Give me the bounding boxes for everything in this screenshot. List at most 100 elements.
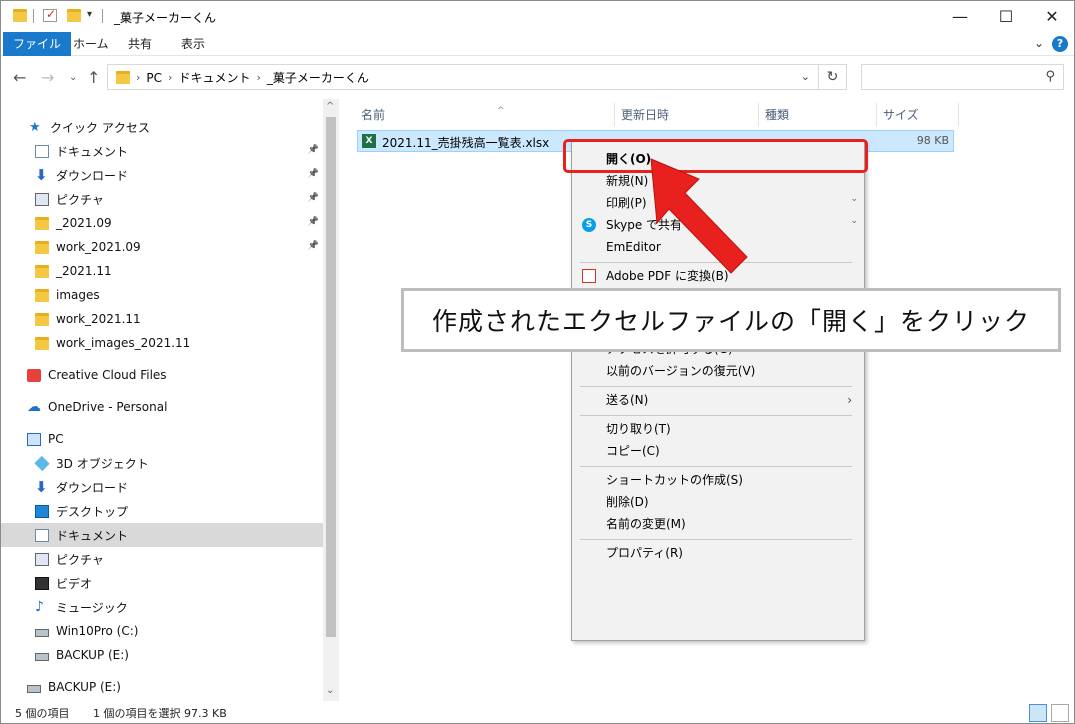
up-arrow-icon[interactable]: ↑ [87, 68, 100, 87]
breadcrumb-current-folder[interactable]: _菓子メーカーくん [267, 69, 369, 86]
menu-separator [580, 386, 852, 387]
file-size: 98 KB [916, 134, 949, 147]
column-header-modified[interactable]: 更新日時 [615, 103, 759, 127]
tab-view[interactable]: 表示 [171, 32, 215, 56]
scrollbar-thumb[interactable] [326, 117, 336, 637]
sidebar-item-pc-5[interactable]: ビデオ [1, 571, 323, 595]
sidebar-item-pc-6[interactable]: ♪ ミュージック [1, 595, 323, 619]
status-bar: 5 個の項目 1 個の項目を選択 97.3 KB [1, 701, 1074, 723]
sidebar-item-pc-7[interactable]: Win10Pro (C:) [1, 619, 323, 643]
instruction-callout: 作成されたエクセルファイルの「開く」をクリック [401, 288, 1061, 352]
scroll-up-icon[interactable]: ^ [326, 101, 334, 112]
properties-icon[interactable] [43, 7, 57, 22]
recent-locations-icon[interactable]: ⌄ [69, 72, 77, 83]
breadcrumb-documents[interactable]: ドキュメント [178, 69, 250, 86]
tab-file[interactable]: ファイル [3, 32, 72, 56]
sidebar-item-quick-8[interactable]: work_images_2021.11 [1, 331, 323, 355]
expand-ribbon-icon[interactable]: ⌄ [1034, 36, 1044, 50]
search-input[interactable]: ⚲ [861, 64, 1064, 90]
sidebar-item-quick-7[interactable]: work_2021.11 [1, 307, 323, 331]
sidebar-item-pc-4[interactable]: ピクチャ [1, 547, 323, 571]
chevron-down-icon[interactable]: ⌄ [801, 70, 810, 83]
sidebar-item-quick-3[interactable]: _2021.09 📌 [1, 211, 323, 235]
tab-home[interactable]: ホーム [63, 32, 119, 56]
menu-separator [580, 539, 852, 540]
customize-toolbar-icon[interactable]: ▾ [87, 9, 92, 20]
sidebar-item-pc-8[interactable]: BACKUP (E:) [1, 643, 323, 667]
back-arrow-icon[interactable]: ← [13, 68, 26, 87]
menu-separator [580, 466, 852, 467]
close-button[interactable]: ✕ [1029, 1, 1074, 32]
folder-icon [116, 71, 130, 84]
sidebar-item-quick-5[interactable]: _2021.11 [1, 259, 323, 283]
sidebar-item-pc-3[interactable]: ドキュメント [1, 523, 323, 547]
menu-item-label: 名前の変更(M) [606, 517, 686, 531]
sidebar-item-pc-2[interactable]: デスクトップ [1, 499, 323, 523]
forward-arrow-icon[interactable]: → [41, 68, 54, 87]
large-icons-view-icon[interactable] [1051, 704, 1069, 722]
chevron-right-icon[interactable]: › [136, 71, 140, 84]
new-folder-icon[interactable] [67, 9, 81, 22]
drive-icon [27, 685, 41, 693]
details-view-icon[interactable] [1029, 704, 1047, 722]
sidebar-item-pc-1[interactable]: ⬇ ダウンロード [1, 475, 323, 499]
chevron-right-icon[interactable]: › [168, 71, 172, 84]
sidebar-item-label: Win10Pro (C:) [56, 624, 139, 638]
menu-item-19[interactable]: 削除(D) [572, 491, 864, 513]
menu-item-16[interactable]: コピー(C) [572, 440, 864, 462]
sidebar-item-label: work_images_2021.11 [56, 336, 191, 350]
menu-item-20[interactable]: 名前の変更(M) [572, 513, 864, 535]
sidebar-item-label: ダウンロード [56, 168, 129, 183]
tab-share[interactable]: 共有 [118, 32, 162, 56]
pin-icon[interactable]: 📌 [308, 145, 319, 155]
maximize-button[interactable]: ☐ [983, 1, 1029, 32]
pin-icon[interactable]: 📌 [308, 169, 319, 179]
pin-icon[interactable]: 📌 [308, 193, 319, 203]
folder-icon [35, 312, 49, 326]
menu-item-18[interactable]: ショートカットの作成(S) [572, 469, 864, 491]
folder-icon [35, 240, 49, 254]
video-icon [35, 576, 49, 590]
address-bar[interactable]: › PC › ドキュメント › _菓子メーカーくん ⌄ [107, 64, 819, 90]
sidebar-item-quick-0[interactable]: ドキュメント 📌 [1, 139, 323, 163]
menu-item-11[interactable]: 以前のバージョンの復元(V) [572, 360, 864, 382]
help-icon[interactable]: ? [1052, 36, 1068, 52]
sidebar-item-quick-4[interactable]: work_2021.09 📌 [1, 235, 323, 259]
column-header-label: 名前 [361, 108, 386, 122]
sidebar-item-pc[interactable]: PC [1, 427, 323, 451]
sidebar-item-onedrive[interactable]: ☁ OneDrive - Personal [1, 395, 323, 419]
chevron-right-icon[interactable]: › [256, 71, 260, 84]
column-header-name[interactable]: 名前 ^ [355, 103, 615, 127]
sidebar-item-label: クイック アクセス [50, 120, 150, 135]
menu-item-label: ショートカットの作成(S) [606, 473, 743, 487]
menu-item-13[interactable]: 送る(N) › [572, 389, 864, 411]
sidebar-item-label: _2021.09 [56, 216, 112, 230]
navigation-bar: ← → ⌄ ↑ › PC › ドキュメント › _菓子メーカーくん ⌄ ↻ ⚲ [1, 56, 1074, 99]
minimize-button[interactable]: — [937, 1, 983, 32]
menu-item-22[interactable]: プロパティ(R) [572, 542, 864, 564]
sidebar-item-quick-6[interactable]: images [1, 283, 323, 307]
sidebar-item-pc-0[interactable]: 3D オブジェクト [1, 451, 323, 475]
toolbar-separator [102, 9, 103, 23]
sidebar-item-label: work_2021.11 [56, 312, 141, 326]
sidebar-item-quick-2[interactable]: ピクチャ 📌 [1, 187, 323, 211]
pictures-icon [35, 192, 49, 206]
sidebar-item-quick-1[interactable]: ⬇ ダウンロード 📌 [1, 163, 323, 187]
sidebar-item-backup-root[interactable]: BACKUP (E:) [1, 675, 323, 699]
pin-icon[interactable]: 📌 [308, 217, 319, 227]
folder-icon [35, 264, 49, 278]
sidebar-scrollbar[interactable]: ^ ⌄ [323, 99, 339, 701]
menu-item-15[interactable]: 切り取り(T) [572, 418, 864, 440]
sidebar-item-creative-cloud[interactable]: Creative Cloud Files [1, 363, 323, 387]
sidebar-item-label: ドキュメント [56, 528, 129, 543]
breadcrumb-pc[interactable]: PC [146, 71, 162, 85]
refresh-button[interactable]: ↻ [819, 64, 847, 90]
pin-icon[interactable]: 📌 [308, 241, 319, 251]
sidebar-item-label: ミュージック [56, 600, 128, 615]
scroll-down-icon[interactable]: ⌄ [326, 685, 334, 696]
column-header-type[interactable]: 種類 [759, 103, 877, 127]
menu-item-label: コピー(C) [606, 444, 660, 458]
column-header-size[interactable]: サイズ [877, 103, 959, 127]
download-icon: ⬇ [35, 165, 48, 184]
sidebar-item-quick-access[interactable]: ★ クイック アクセス [1, 115, 323, 139]
